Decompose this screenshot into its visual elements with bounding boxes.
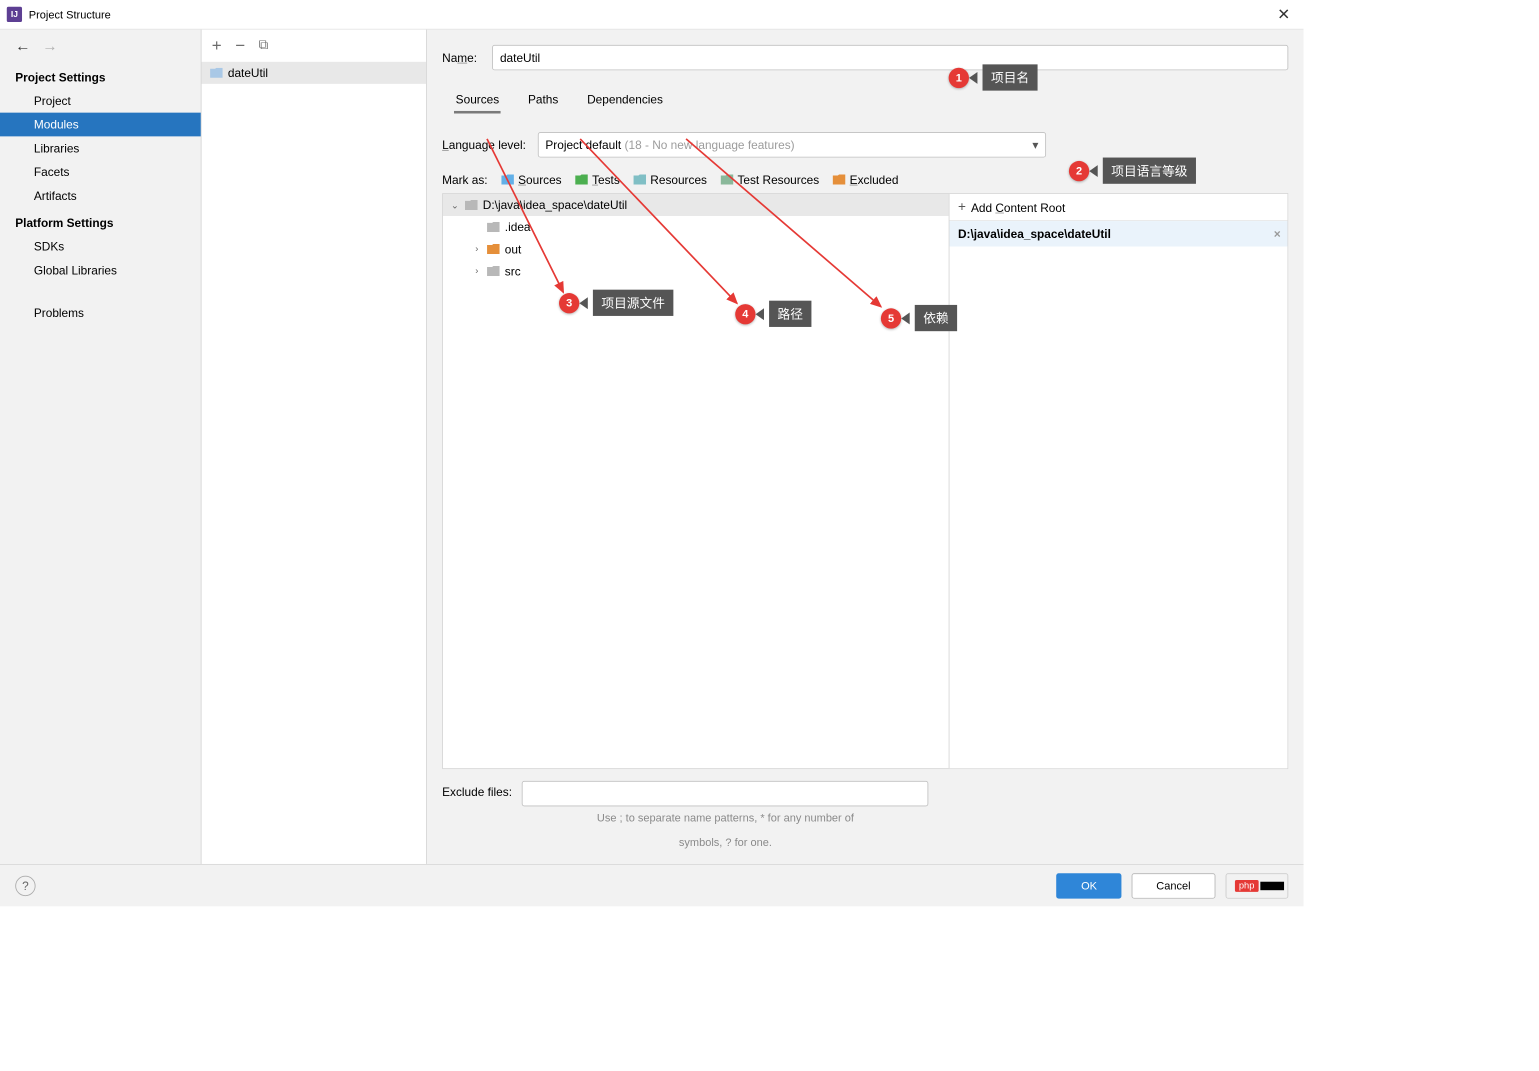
plus-icon: + bbox=[958, 199, 966, 214]
module-detail: Name: Sources Paths Dependencies Languag… bbox=[427, 30, 1304, 864]
back-icon[interactable]: ← bbox=[15, 37, 30, 55]
mark-resources[interactable]: Resources bbox=[633, 173, 707, 187]
tree-item-idea[interactable]: .idea bbox=[443, 216, 949, 238]
remove-icon[interactable]: − bbox=[235, 36, 245, 55]
sidebar-item-artifacts[interactable]: Artifacts bbox=[0, 184, 201, 208]
mark-excluded[interactable]: Excluded bbox=[833, 173, 899, 187]
sidebar-item-libraries[interactable]: Libraries bbox=[0, 136, 201, 160]
folder-green-icon bbox=[575, 174, 588, 184]
tab-dependencies[interactable]: Dependencies bbox=[585, 87, 664, 113]
dialog-footer: ? OK Cancel php bbox=[0, 864, 1304, 906]
folder-excluded-icon bbox=[487, 244, 500, 254]
tree-root[interactable]: ⌄ D:\java\idea_space\dateUtil bbox=[443, 194, 949, 216]
add-content-root[interactable]: + Add Content Root bbox=[949, 194, 1287, 221]
content-root-item[interactable]: D:\java\idea_space\dateUtil × bbox=[949, 221, 1287, 246]
folder-blue-icon bbox=[501, 174, 514, 184]
folder-icon bbox=[487, 222, 500, 232]
add-icon[interactable]: + bbox=[212, 36, 222, 55]
tree-item-src[interactable]: › src bbox=[443, 260, 949, 282]
mark-as-label: Mark as: bbox=[442, 173, 487, 187]
php-badge: php bbox=[1235, 880, 1259, 892]
tree-item-out[interactable]: › out bbox=[443, 238, 949, 260]
cancel-button[interactable]: Cancel bbox=[1132, 873, 1215, 898]
source-tree[interactable]: ⌄ D:\java\idea_space\dateUtil .idea › ou… bbox=[443, 194, 949, 768]
tab-paths[interactable]: Paths bbox=[526, 87, 560, 113]
watermark-icon bbox=[1260, 881, 1284, 889]
module-tabs: Sources Paths Dependencies bbox=[442, 87, 1288, 113]
mark-sources[interactable]: Sources bbox=[501, 173, 561, 187]
language-level-select[interactable]: Project default (18 - No new language fe… bbox=[538, 132, 1046, 157]
sidebar-item-project[interactable]: Project bbox=[0, 89, 201, 113]
mark-test-resources[interactable]: Test Resources bbox=[721, 173, 820, 187]
app-icon: IJ bbox=[7, 7, 22, 22]
language-level-label: Language level: bbox=[442, 138, 526, 152]
module-name-input[interactable] bbox=[492, 45, 1288, 70]
window-title: Project Structure bbox=[29, 8, 111, 21]
module-item[interactable]: dateUtil bbox=[202, 62, 426, 84]
folder-icon bbox=[465, 200, 478, 210]
mark-tests[interactable]: Tests bbox=[575, 173, 620, 187]
section-head-project: Project Settings bbox=[0, 62, 201, 89]
tab-sources[interactable]: Sources bbox=[454, 87, 501, 113]
language-level-hint: (18 - No new language features) bbox=[625, 138, 795, 152]
folder-orange-icon bbox=[833, 174, 846, 184]
exclude-files-input[interactable] bbox=[522, 781, 929, 806]
module-name: dateUtil bbox=[228, 66, 268, 80]
exclude-hint1: Use ; to separate name patterns, * for a… bbox=[522, 806, 929, 836]
sidebar-item-facets[interactable]: Facets bbox=[0, 160, 201, 184]
tree-root-label: D:\java\idea_space\dateUtil bbox=[483, 198, 627, 212]
mark-as-row: Mark as: Sources Tests Resources Test Re… bbox=[442, 173, 1288, 187]
ok-button[interactable]: OK bbox=[1057, 873, 1122, 898]
title-bar: IJ Project Structure ✕ bbox=[0, 0, 1304, 30]
sidebar-item-sdks[interactable]: SDKs bbox=[0, 235, 201, 259]
folder-icon bbox=[487, 266, 500, 276]
module-folder-icon bbox=[210, 68, 223, 78]
chevron-down-icon[interactable]: ⌄ bbox=[450, 199, 460, 210]
forward-icon[interactable]: → bbox=[42, 37, 57, 55]
sidebar-item-problems[interactable]: Problems bbox=[0, 301, 201, 325]
settings-sidebar: ← → Project Settings Project Modules Lib… bbox=[0, 30, 202, 864]
content-root-pane: + Add Content Root D:\java\idea_space\da… bbox=[949, 194, 1288, 768]
chevron-right-icon[interactable]: › bbox=[472, 244, 482, 254]
folder-tealr-icon bbox=[721, 174, 734, 184]
section-head-platform: Platform Settings bbox=[0, 208, 201, 235]
folder-teal-icon bbox=[633, 174, 646, 184]
sidebar-item-modules[interactable]: Modules bbox=[0, 113, 201, 137]
name-label: Name: bbox=[442, 51, 477, 65]
chevron-right-icon[interactable]: › bbox=[472, 266, 482, 276]
help-icon[interactable]: ? bbox=[15, 875, 35, 895]
close-icon[interactable]: ✕ bbox=[1272, 2, 1295, 27]
remove-content-root-icon[interactable]: × bbox=[1274, 227, 1281, 241]
modules-list: + − ⧉ dateUtil bbox=[202, 30, 427, 864]
exclude-files-label: Exclude files: bbox=[442, 781, 512, 799]
exclude-hint2: symbols, ? for one. bbox=[522, 836, 929, 861]
copy-icon[interactable]: ⧉ bbox=[259, 38, 269, 53]
language-level-value: Project default bbox=[545, 138, 621, 152]
sidebar-item-global-libraries[interactable]: Global Libraries bbox=[0, 258, 201, 282]
